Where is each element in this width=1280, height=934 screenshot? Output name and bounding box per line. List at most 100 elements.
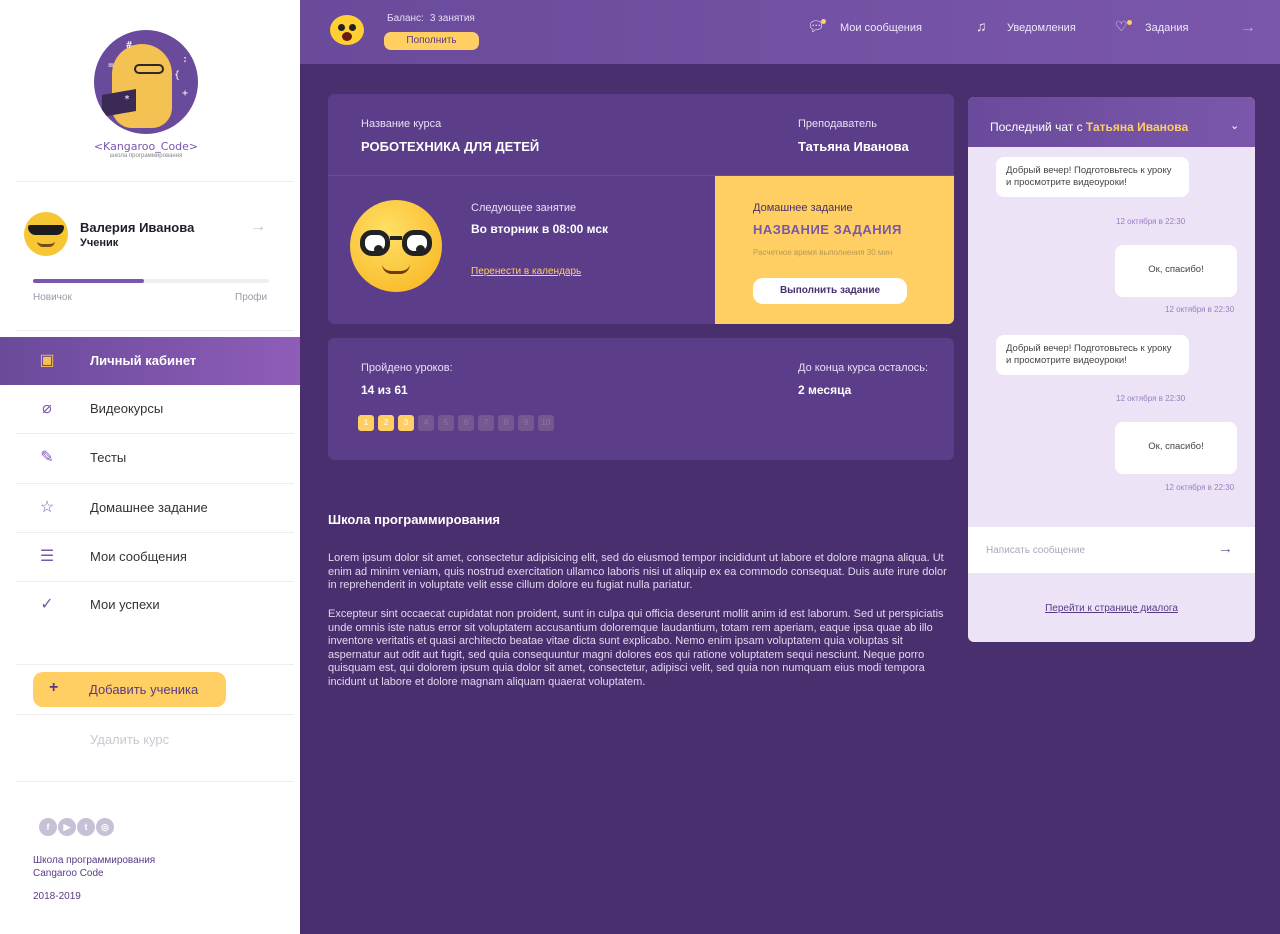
progress-card: Пройдено уроков: 14 из 61 До конца курса… — [328, 338, 954, 460]
chat-message-outgoing: Ок, спасибо! — [1115, 245, 1237, 297]
lesson-box: 10 — [538, 415, 554, 431]
lesson-box: 6 — [458, 415, 474, 431]
nerd-emoji-icon — [350, 200, 442, 292]
new-dot — [1127, 20, 1132, 25]
user-name: Валерия Иванова — [80, 220, 195, 235]
remaining-label: До конца курса осталось: — [798, 362, 929, 374]
star-icon: ☆ — [39, 499, 55, 516]
homework-label: Домашнее задание — [753, 202, 853, 214]
add-student-button[interactable]: + Добавить ученика — [33, 672, 226, 707]
school-title: Школа программирования — [328, 512, 501, 527]
sidebar-item-label: Личный кабинет — [90, 353, 197, 368]
facebook-icon[interactable]: f — [39, 818, 57, 836]
level-right-label: Профи — [235, 292, 268, 303]
success-icon: ✓ — [40, 596, 54, 613]
divider — [16, 714, 294, 715]
twitter-icon[interactable]: t — [77, 818, 95, 836]
arrow-right-icon[interactable]: → — [1240, 19, 1256, 37]
instagram-icon[interactable]: ◎ — [96, 818, 114, 836]
sidebar-item-videocourses[interactable]: ⌀ Видеокурсы — [0, 385, 300, 433]
sidebar: # : = { + * <Kangaroo_Code> школа програ… — [0, 0, 300, 934]
homework-time: Расчетное время выполнения 30 мин — [753, 248, 893, 257]
send-arrow-icon[interactable]: → — [1218, 540, 1233, 557]
logo-text: <Kangaroo_Code> — [93, 140, 199, 153]
lesson-box: 7 — [478, 415, 494, 431]
avatar — [24, 212, 68, 256]
level-left-label: Новичок — [33, 292, 72, 303]
sidebar-item-dashboard[interactable]: ▣ Личный кабинет — [0, 337, 300, 385]
message-input-placeholder: Написать сообщение — [986, 545, 1086, 556]
sidebar-item-messages[interactable]: ☰ Мои сообщения — [0, 533, 300, 581]
topup-button[interactable]: Пополнить — [384, 32, 479, 50]
sidebar-item-label: Домашнее задание — [90, 500, 208, 515]
sidebar-item-achievements[interactable]: ✓ Мои успехи — [0, 581, 300, 629]
heart-icon: ♡ — [1115, 18, 1128, 34]
lesson-box: 2 — [378, 415, 394, 431]
homework-title: НАЗВАНИЕ ЗАДАНИЯ — [753, 222, 902, 237]
arrow-right-icon[interactable]: → — [250, 218, 266, 236]
test-sheet-icon: ✎ — [40, 449, 54, 466]
profile-card-icon: ▣ — [39, 352, 55, 369]
chat-message-incoming: Добрый вечер! Подготовьтесь к уроку и пр… — [996, 335, 1189, 375]
tasks-link[interactable]: Задания — [1145, 22, 1188, 34]
course-name: РОБОТЕХНИКА ДЛЯ ДЕТЕЙ — [361, 139, 540, 154]
bell-icon: ♫ — [976, 18, 987, 34]
sidebar-item-tests[interactable]: ✎ Тесты — [0, 434, 300, 482]
school-paragraph: Lorem ipsum dolor sit amet, consectetur … — [328, 552, 947, 591]
school-paragraph: Excepteur sint occaecat cupidatat non pr… — [328, 608, 944, 688]
notifications-link[interactable]: Уведомления — [1007, 22, 1076, 34]
course-card: Название курса РОБОТЕХНИКА ДЛЯ ДЕТЕЙ Пре… — [328, 94, 954, 324]
message-time: 12 октября в 22:30 — [1116, 217, 1186, 226]
passed-label: Пройдено уроков: — [361, 362, 453, 374]
plus-icon: + — [49, 679, 59, 696]
message-time: 12 октября в 22:30 — [1165, 483, 1235, 492]
dialog-page-link[interactable]: Перейти к странице диалога — [968, 603, 1255, 614]
lesson-box: 4 — [418, 415, 434, 431]
new-dot — [821, 19, 826, 24]
user-profile[interactable]: Валерия Иванова Ученик → — [24, 212, 274, 258]
level-progress-bar — [33, 279, 269, 283]
sidebar-item-label: Видеокурсы — [90, 401, 164, 416]
homework-panel: Домашнее задание НАЗВАНИЕ ЗАДАНИЯ Расчет… — [715, 176, 954, 324]
logo[interactable]: # : = { + * <Kangaroo_Code> школа програ… — [94, 30, 198, 159]
sidebar-item-label: Мои сообщения — [90, 549, 187, 564]
next-lesson-value: Во вторник в 08:00 мск — [471, 222, 609, 236]
paperclip-icon: ⌀ — [42, 400, 52, 417]
sidebar-item-homework[interactable]: ☆ Домашнее задание — [0, 484, 300, 532]
logo-subtitle: школа программирования — [109, 153, 183, 159]
teacher-name: Татьяна Иванова — [798, 139, 909, 154]
messages-link[interactable]: Мои сообщения — [840, 22, 922, 34]
lesson-box: 1 — [358, 415, 374, 431]
chat-message-outgoing: Ок, спасибо! — [1115, 422, 1237, 474]
youtube-icon[interactable]: ▶ — [58, 818, 76, 836]
chat-panel: Последний чат с Татьяна Иванова ⌄ Добрый… — [968, 97, 1255, 642]
teacher-label: Преподаватель — [798, 118, 877, 130]
divider — [16, 664, 294, 665]
kangaroo-logo-icon: # : = { + * — [94, 30, 198, 134]
lesson-box: 9 — [518, 415, 534, 431]
topbar: Баланс: 3 занятия Пополнить 💬︎ Мои сообще… — [300, 0, 1280, 64]
footer-school-name: Школа программирования Cangaroo Code — [33, 855, 156, 879]
do-homework-button[interactable]: Выполнить задание — [753, 278, 907, 304]
divider — [16, 181, 294, 182]
message-time: 12 октября в 22:30 — [1165, 305, 1235, 314]
remaining-value: 2 месяца — [798, 383, 852, 397]
message-icon: ☰ — [39, 548, 55, 565]
scared-emoji-icon — [330, 15, 364, 45]
chat-message-incoming: Добрый вечер! Подготовьтесь к уроку и пр… — [996, 157, 1189, 197]
course-name-label: Название курса — [361, 118, 442, 130]
user-role: Ученик — [80, 237, 119, 249]
message-input[interactable]: Написать сообщение → — [968, 527, 1255, 573]
calendar-link[interactable]: Перенести в календарь — [471, 266, 581, 277]
sidebar-item-label: Тесты — [90, 450, 127, 465]
lesson-box: 8 — [498, 415, 514, 431]
chat-contact-name: Татьяна Иванова — [1085, 120, 1189, 134]
delete-course-button[interactable]: Удалить курс — [90, 732, 169, 747]
divider — [16, 330, 294, 331]
social-links: f ▶ t ◎ — [39, 817, 115, 836]
lesson-box: 5 — [438, 415, 454, 431]
lesson-box: 3 — [398, 415, 414, 431]
divider — [16, 781, 294, 782]
chat-header[interactable]: Последний чат с Татьяна Иванова ⌄ — [968, 97, 1255, 147]
chevron-down-icon[interactable]: ⌄ — [1230, 119, 1239, 132]
